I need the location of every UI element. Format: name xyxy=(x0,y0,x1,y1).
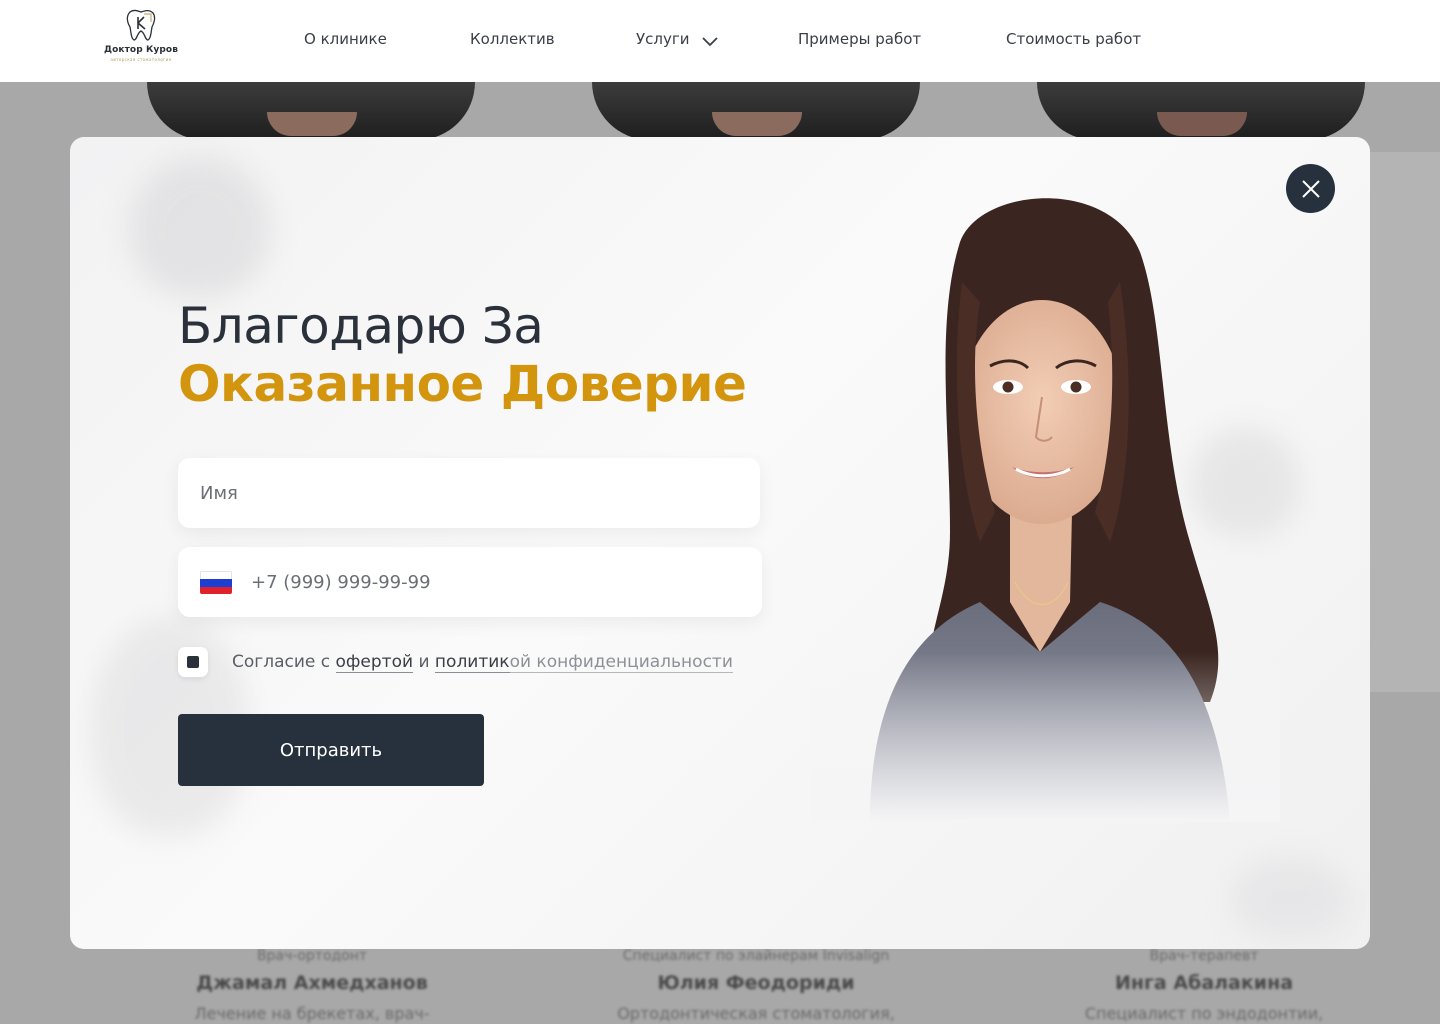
privacy-policy-link[interactable]: политикой конфиденциальности xyxy=(434,652,733,673)
policy-link-part1: политик xyxy=(434,652,510,672)
policy-link-part2: ой конфиденциальности xyxy=(509,652,733,673)
decorative-tooth xyxy=(130,157,270,297)
modal-title: Благодарю За Оказанное Доверие xyxy=(178,297,747,413)
doctor-desc-3: Специалист по эндодонтии, xyxy=(1084,1004,1324,1023)
chevron-down-icon[interactable] xyxy=(701,34,719,48)
doctor-name-2: Юлия Феодориди xyxy=(657,972,855,994)
doctor-role-2: Специалист по элайнерам Invisalign xyxy=(622,948,890,964)
consent-prefix: Согласие с xyxy=(232,652,331,672)
phone-input[interactable] xyxy=(178,547,762,617)
russia-flag-icon[interactable] xyxy=(200,571,232,594)
consent-row: Согласие с офертой и политикой конфиденц… xyxy=(178,647,778,677)
nav-about[interactable]: О клинике xyxy=(304,30,387,48)
decorative-tooth xyxy=(1230,857,1350,937)
doctor-photo-1 xyxy=(147,82,475,140)
checkbox-check-icon xyxy=(187,656,199,668)
doctor-portrait xyxy=(810,198,1280,822)
title-line-1: Благодарю За xyxy=(178,297,544,355)
title-line-2: Оказанное Доверие xyxy=(178,355,747,413)
consent-checkbox[interactable] xyxy=(178,647,208,677)
site-logo[interactable]: Доктор Куров авторская стоматология xyxy=(104,8,178,66)
close-button[interactable] xyxy=(1286,164,1335,213)
doctor-photo-3 xyxy=(1037,82,1365,140)
nav-portfolio[interactable]: Примеры работ xyxy=(798,30,921,48)
submit-button[interactable]: Отправить xyxy=(178,714,484,786)
tooth-logo-icon xyxy=(126,9,156,41)
site-header: Доктор Куров авторская стоматология О кл… xyxy=(0,0,1440,82)
consent-and: и xyxy=(418,652,430,672)
logo-name: Доктор Куров xyxy=(103,45,179,55)
doctor-desc-2: Ортодонтическая стоматология, xyxy=(617,1004,895,1023)
background-panel xyxy=(1370,152,1440,692)
doctor-name-3: Инга Абалакина xyxy=(1114,972,1294,994)
doctor-role-3: Врач-терапевт xyxy=(1149,948,1259,964)
offer-link[interactable]: офертой xyxy=(335,652,414,673)
name-input[interactable] xyxy=(178,458,760,528)
name-field[interactable] xyxy=(178,458,760,528)
nav-services[interactable]: Услуги xyxy=(636,30,689,48)
consent-text: Согласие с офертой и политикой конфиденц… xyxy=(232,652,733,673)
close-icon xyxy=(1301,179,1320,198)
nav-team[interactable]: Коллектив xyxy=(470,30,555,48)
thank-you-modal: Благодарю За Оказанное Доверие Согласие … xyxy=(70,137,1370,949)
doctor-photo-2 xyxy=(592,82,920,140)
doctor-desc-1: Лечение на брекетах, врач- xyxy=(194,1004,430,1023)
nav-prices[interactable]: Стоимость работ xyxy=(1006,30,1141,48)
phone-field[interactable] xyxy=(178,547,762,617)
doctor-name-1: Джамал Ахмедханов xyxy=(196,972,428,994)
logo-subtitle: авторская стоматология xyxy=(110,57,172,62)
doctor-role-1: Врач-ортодонт xyxy=(256,948,368,964)
